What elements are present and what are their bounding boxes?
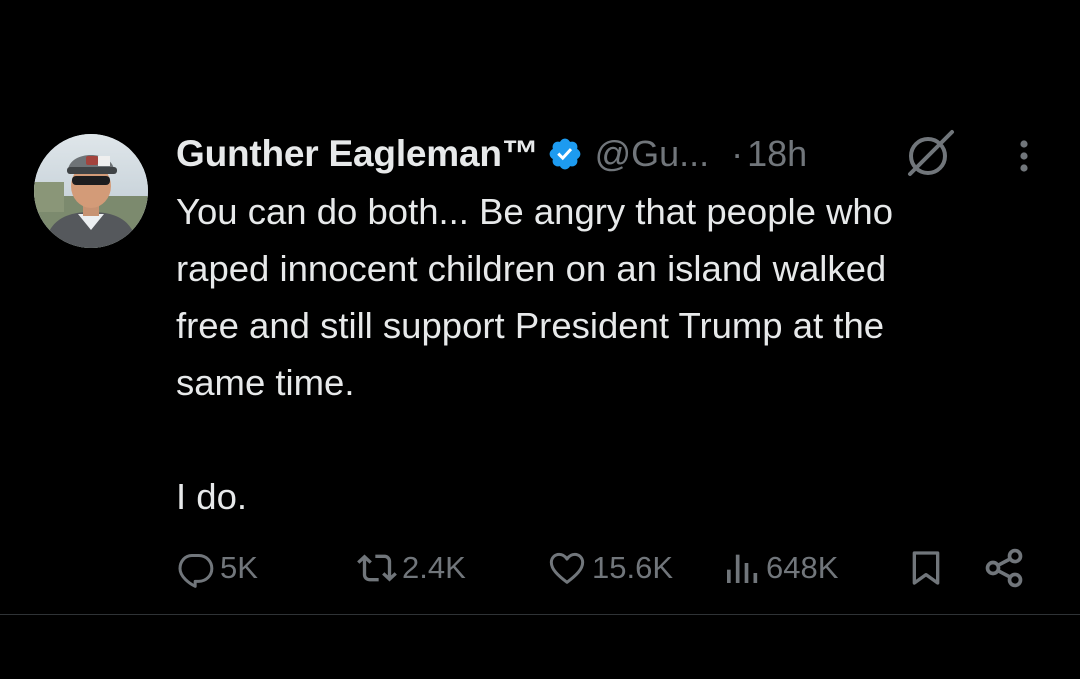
like-count: 15.6K [592, 550, 674, 585]
author-display-name[interactable]: Gunther Eagleman™ [176, 133, 539, 175]
share-button[interactable] [982, 540, 1026, 596]
heart-icon [549, 552, 585, 584]
more-vertical-icon[interactable] [1010, 136, 1038, 176]
post-text: You can do both... Be angry that people … [176, 191, 894, 517]
reply-button[interactable]: 5K [176, 540, 258, 596]
separator-dot: · [731, 133, 744, 174]
author-handle[interactable]: @Gu... [595, 133, 710, 175]
reply-count: 5K [220, 550, 258, 585]
share-icon [985, 548, 1023, 588]
repost-count: 2.4K [402, 550, 466, 585]
views-chart-icon [727, 554, 758, 583]
repost-icon [357, 554, 397, 582]
tweet[interactable]: Gunther Eagleman™ @Gu... · 18h You can d… [0, 0, 1080, 615]
like-button[interactable]: 15.6K [546, 540, 673, 596]
post-header: Gunther Eagleman™ @Gu... · 18h [176, 128, 807, 180]
action-bar: 5K 2.4K 15.6K 648K [0, 540, 1080, 596]
reply-icon [178, 554, 214, 588]
avatar-image [34, 134, 148, 248]
bookmark-icon [912, 551, 940, 585]
views-count: 648K [766, 550, 839, 585]
grok-icon[interactable] [902, 128, 958, 180]
avatar[interactable] [34, 134, 148, 248]
views-button[interactable]: 648K [722, 540, 838, 596]
divider [0, 614, 1080, 615]
bookmark-button[interactable] [906, 540, 946, 596]
post-timestamp[interactable]: 18h [747, 133, 807, 175]
repost-button[interactable]: 2.4K [356, 540, 466, 596]
verified-badge-icon[interactable] [547, 136, 583, 172]
